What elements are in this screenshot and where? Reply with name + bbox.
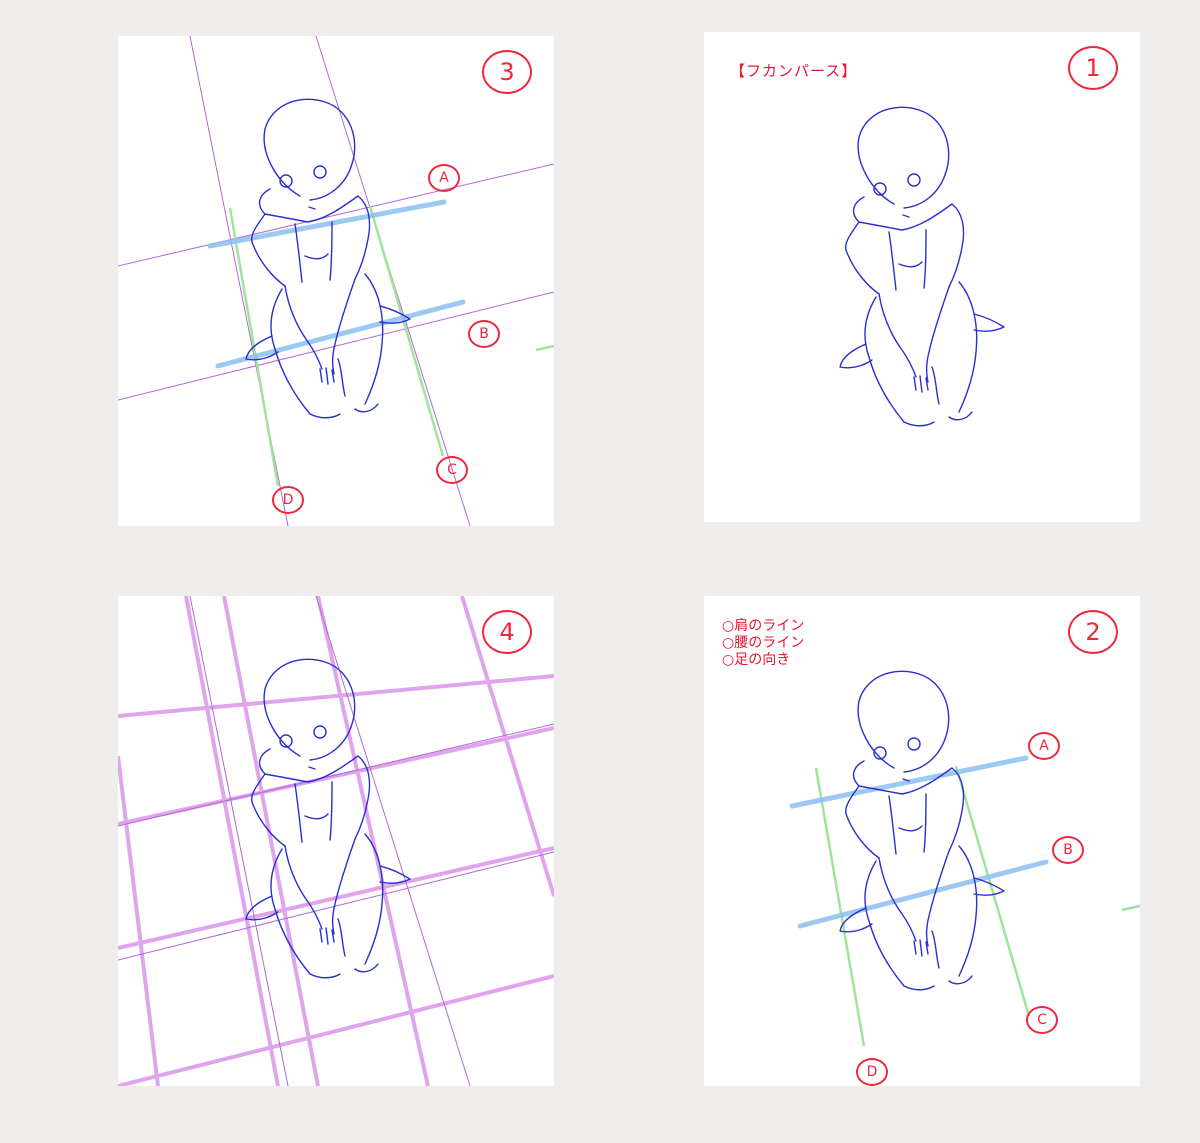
marker-b: B bbox=[1052, 836, 1084, 864]
panel-4: 4 bbox=[118, 596, 554, 1086]
panel-2: 2 ○肩のライン ○腰のライン ○足の向き A B C D bbox=[704, 596, 1140, 1086]
panel-number: 1 bbox=[1068, 46, 1118, 90]
marker-a: A bbox=[428, 164, 460, 192]
note-foot-direction: ○足の向き bbox=[722, 652, 791, 668]
marker-d: D bbox=[856, 1058, 888, 1086]
marker-b: B bbox=[468, 320, 500, 348]
panel-number: 4 bbox=[482, 610, 532, 654]
panel-4-drawing bbox=[118, 596, 554, 1086]
panel-number: 3 bbox=[482, 50, 532, 94]
notes: ○肩のライン ○腰のライン ○足の向き bbox=[722, 618, 804, 669]
page-title: 【フカンパース】 bbox=[730, 62, 858, 80]
panel-number: 2 bbox=[1068, 610, 1118, 654]
panel-1: 1 【フカンパース】 bbox=[704, 32, 1140, 522]
panel-3: 3 A B C D bbox=[118, 36, 554, 526]
marker-c: C bbox=[1026, 1006, 1058, 1034]
marker-c: C bbox=[436, 456, 468, 484]
panel-1-drawing bbox=[839, 106, 1005, 427]
panel-3-drawing bbox=[118, 36, 554, 526]
note-waist-line: ○腰のライン bbox=[722, 635, 805, 651]
marker-a: A bbox=[1028, 732, 1060, 760]
marker-d: D bbox=[272, 486, 304, 514]
note-shoulder-line: ○肩のライン bbox=[722, 618, 805, 634]
